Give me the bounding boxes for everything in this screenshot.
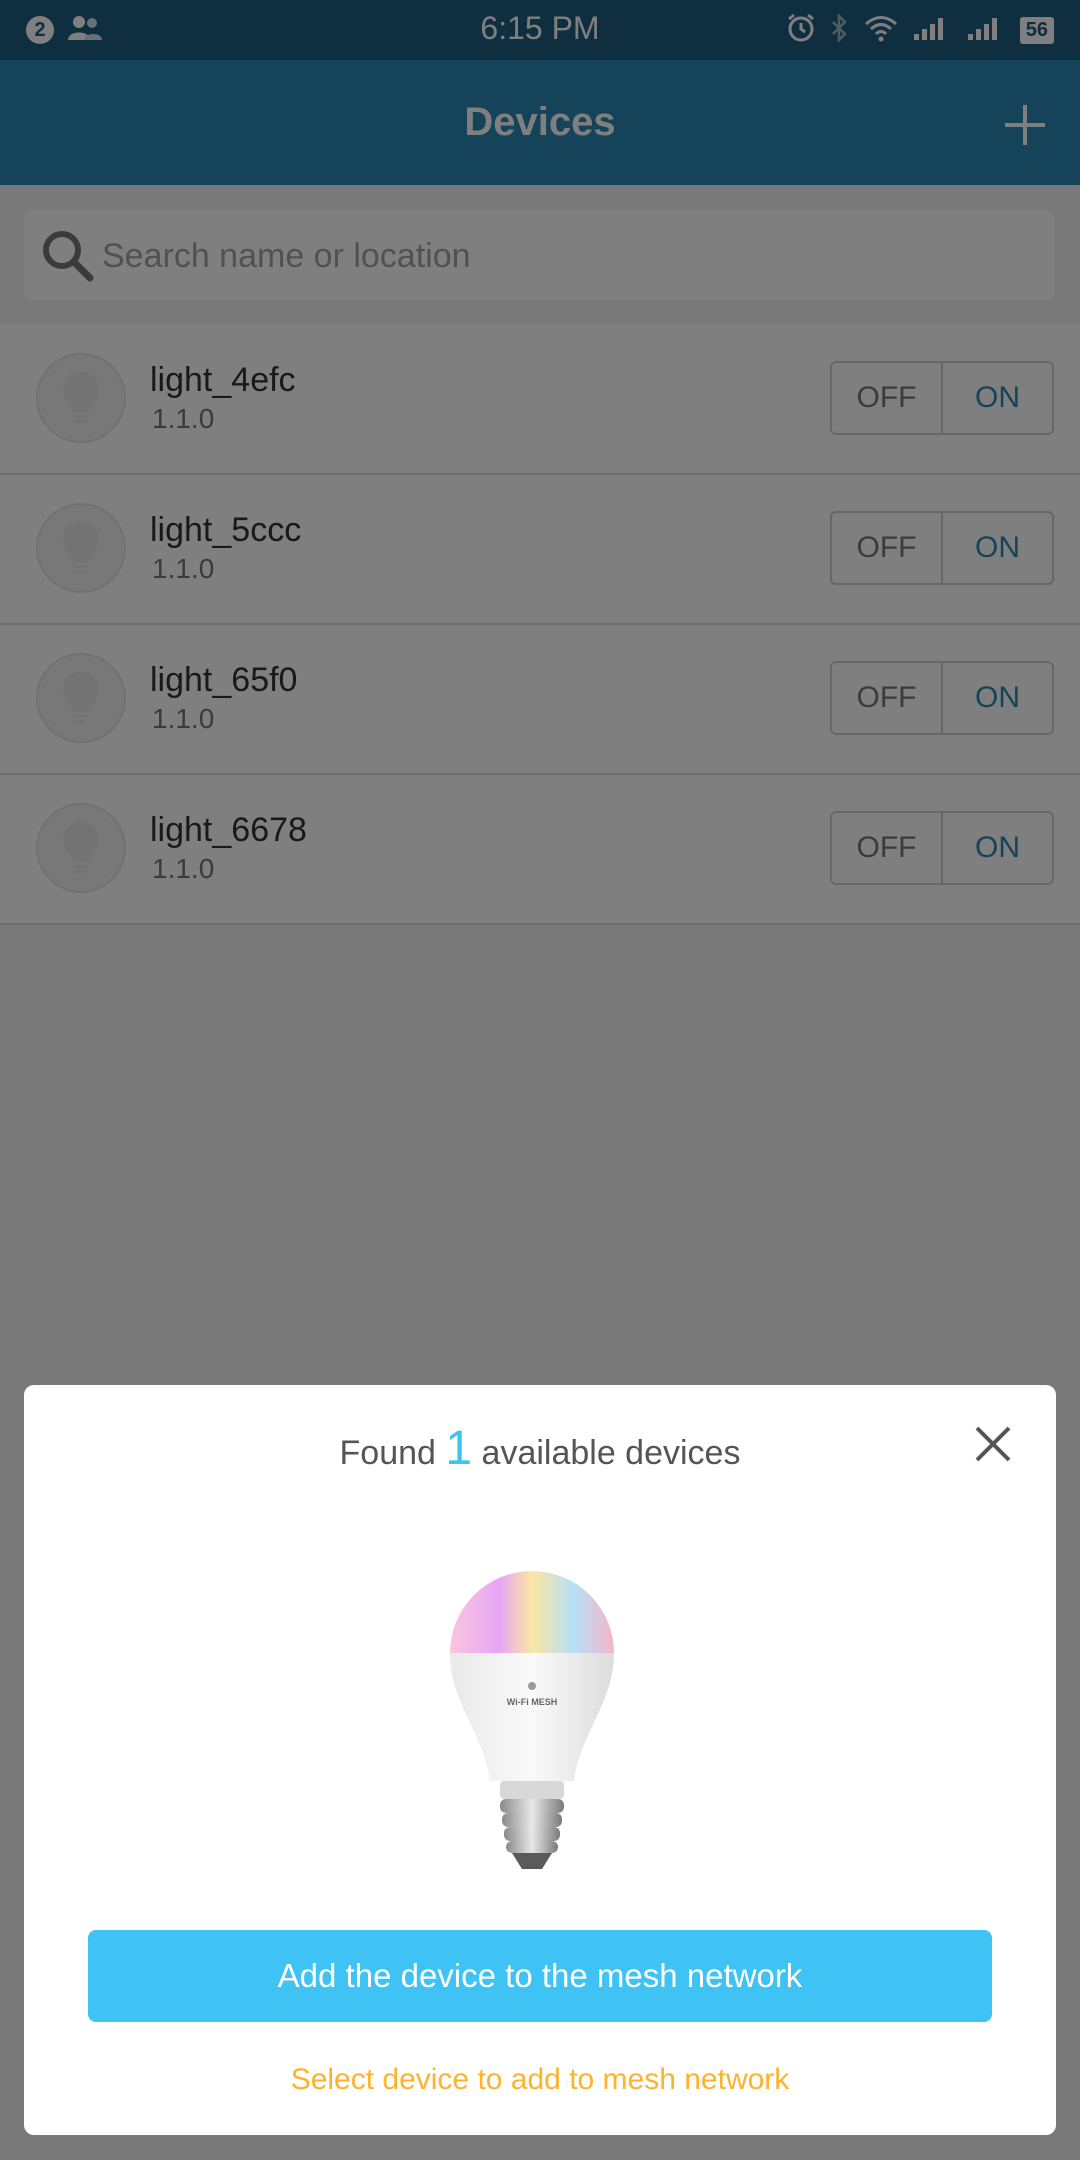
add-to-mesh-button[interactable]: Add the device to the mesh network xyxy=(88,1930,992,2022)
device-count: 1 xyxy=(445,1422,473,1475)
select-device-link[interactable]: Select device to add to mesh network xyxy=(24,2063,1056,2097)
dialog-title: Found 1 available devices xyxy=(24,1421,1056,1476)
close-button[interactable] xyxy=(968,1419,1018,1469)
dialog-title-prefix: Found xyxy=(339,1434,436,1472)
bulb-logo-text: Wi-Fi MESH xyxy=(507,1697,557,1707)
smart-bulb-image: Wi-Fi MESH xyxy=(442,1543,622,1873)
dialog-title-suffix: available devices xyxy=(481,1434,741,1472)
close-icon xyxy=(975,1426,1011,1462)
found-devices-dialog: Found 1 available devices Wi-Fi MESH Add… xyxy=(24,1385,1056,2135)
